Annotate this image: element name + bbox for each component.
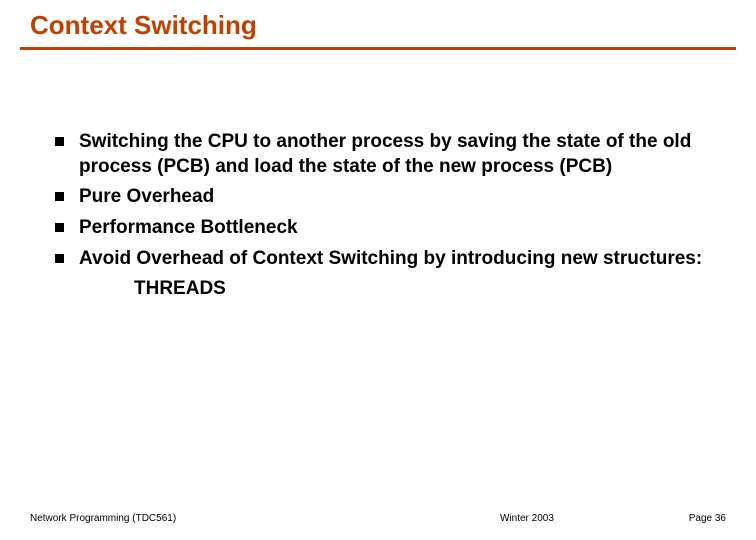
bullet-icon bbox=[55, 192, 64, 201]
bullet-icon bbox=[55, 137, 64, 146]
bullet-icon bbox=[55, 254, 64, 263]
footer-right: Page 36 bbox=[689, 513, 726, 524]
bullet-text: Pure Overhead bbox=[79, 186, 214, 207]
page-title: Context Switching bbox=[30, 10, 756, 41]
footer-left: Network Programming (TDC561) bbox=[30, 513, 176, 524]
content-area: Switching the CPU to another process by … bbox=[0, 50, 756, 302]
slide-header: Context Switching bbox=[0, 0, 756, 45]
bullet-icon bbox=[55, 223, 64, 232]
sub-line-text: THREADS bbox=[55, 277, 716, 302]
bullet-list: Switching the CPU to another process by … bbox=[55, 130, 716, 271]
slide: Context Switching Switching the CPU to a… bbox=[0, 0, 756, 540]
list-item: Performance Bottleneck bbox=[55, 216, 716, 241]
bullet-text: Switching the CPU to another process by … bbox=[79, 131, 691, 177]
list-item: Pure Overhead bbox=[55, 185, 716, 210]
bullet-text: Performance Bottleneck bbox=[79, 217, 298, 238]
list-item: Avoid Overhead of Context Switching by i… bbox=[55, 247, 716, 272]
list-item: Switching the CPU to another process by … bbox=[55, 130, 716, 179]
bullet-text: Avoid Overhead of Context Switching by i… bbox=[79, 248, 702, 269]
footer-center: Winter 2003 bbox=[500, 513, 554, 524]
